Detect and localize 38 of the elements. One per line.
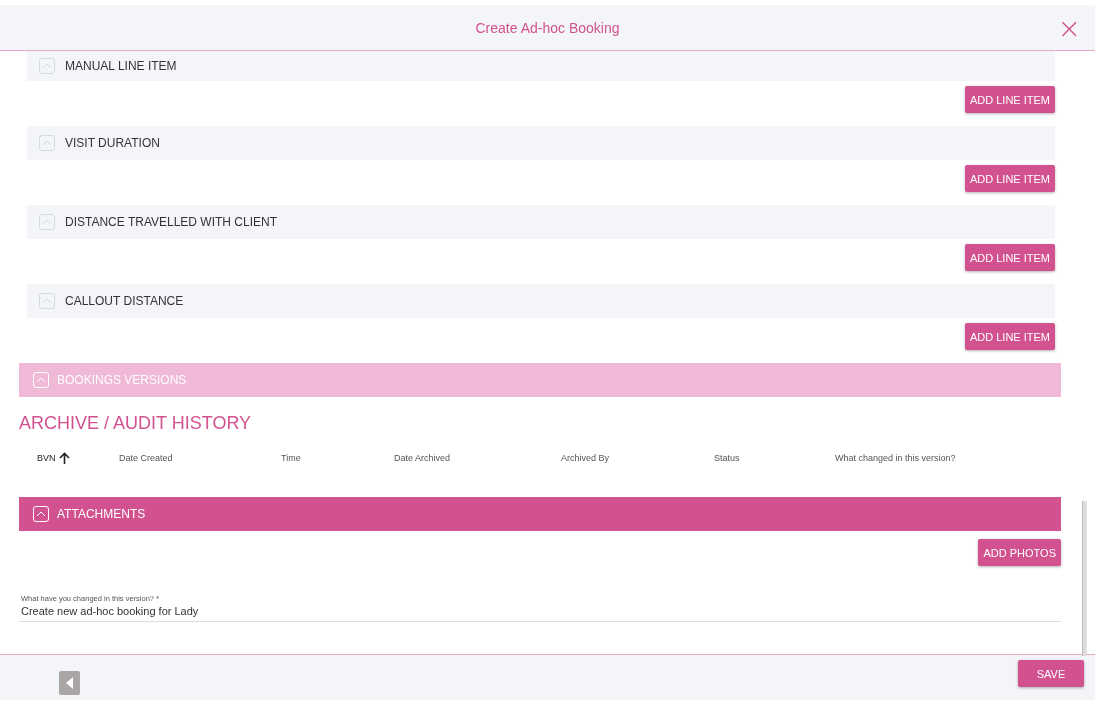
section-title: VISIT DURATION — [65, 136, 160, 150]
window-title: Create Ad-hoc Booking — [475, 19, 620, 36]
column-header[interactable]: Status — [714, 453, 740, 463]
sort-arrow-icon — [58, 452, 70, 464]
section-title: DISTANCE TRAVELLED WITH CLIENT — [65, 215, 278, 229]
chevron-icon — [39, 135, 55, 151]
section-title: BOOKINGS VERSIONS — [57, 373, 187, 387]
section-header[interactable]: MANUAL LINE ITEM — [27, 51, 1055, 81]
chevron-icon — [39, 214, 55, 230]
chevron-icon — [33, 506, 49, 522]
chevron-icon — [39, 293, 55, 309]
column-header[interactable]: What changed in this version? — [835, 453, 956, 463]
column-header[interactable]: Time — [281, 453, 301, 463]
section-title: CALLOUT DISTANCE — [65, 294, 184, 308]
chevron-icon — [39, 58, 55, 74]
column-header[interactable]: Archived By — [561, 453, 610, 463]
add-line-item-button[interactable]: ADD LINE ITEM — [964, 323, 1055, 350]
section-header[interactable]: VISIT DURATION — [27, 126, 1055, 160]
section-heading: ARCHIVE / AUDIT HISTORY — [19, 413, 253, 434]
add-photos-button[interactable]: ADD PHOTOS — [978, 539, 1061, 566]
field-value: Create new ad-hoc booking for Lady — [21, 605, 200, 617]
column-header[interactable]: Date Created — [119, 453, 173, 463]
chevron-icon — [33, 372, 49, 388]
section-title: MANUAL LINE ITEM — [65, 59, 177, 73]
add-line-item-button[interactable]: ADD LINE ITEM — [964, 165, 1055, 192]
left-triangle-icon — [65, 677, 74, 689]
scrollbar[interactable] — [1082, 501, 1087, 656]
add-line-item-button[interactable]: ADD LINE ITEM — [964, 86, 1055, 113]
close-button[interactable]: × — [1057, 15, 1081, 43]
section-title: ATTACHMENTS — [57, 507, 146, 521]
back-button[interactable] — [59, 671, 80, 695]
column-header[interactable]: BVN — [37, 453, 56, 463]
section-header[interactable]: DISTANCE TRAVELLED WITH CLIENT — [27, 205, 1055, 239]
column-header[interactable]: Date Archived — [394, 453, 451, 463]
section-header[interactable]: CALLOUT DISTANCE — [27, 284, 1055, 318]
add-line-item-button[interactable]: ADD LINE ITEM — [964, 244, 1055, 271]
section-bar[interactable]: ATTACHMENTS — [19, 497, 1061, 531]
save-button[interactable]: SAVE — [1018, 660, 1084, 687]
